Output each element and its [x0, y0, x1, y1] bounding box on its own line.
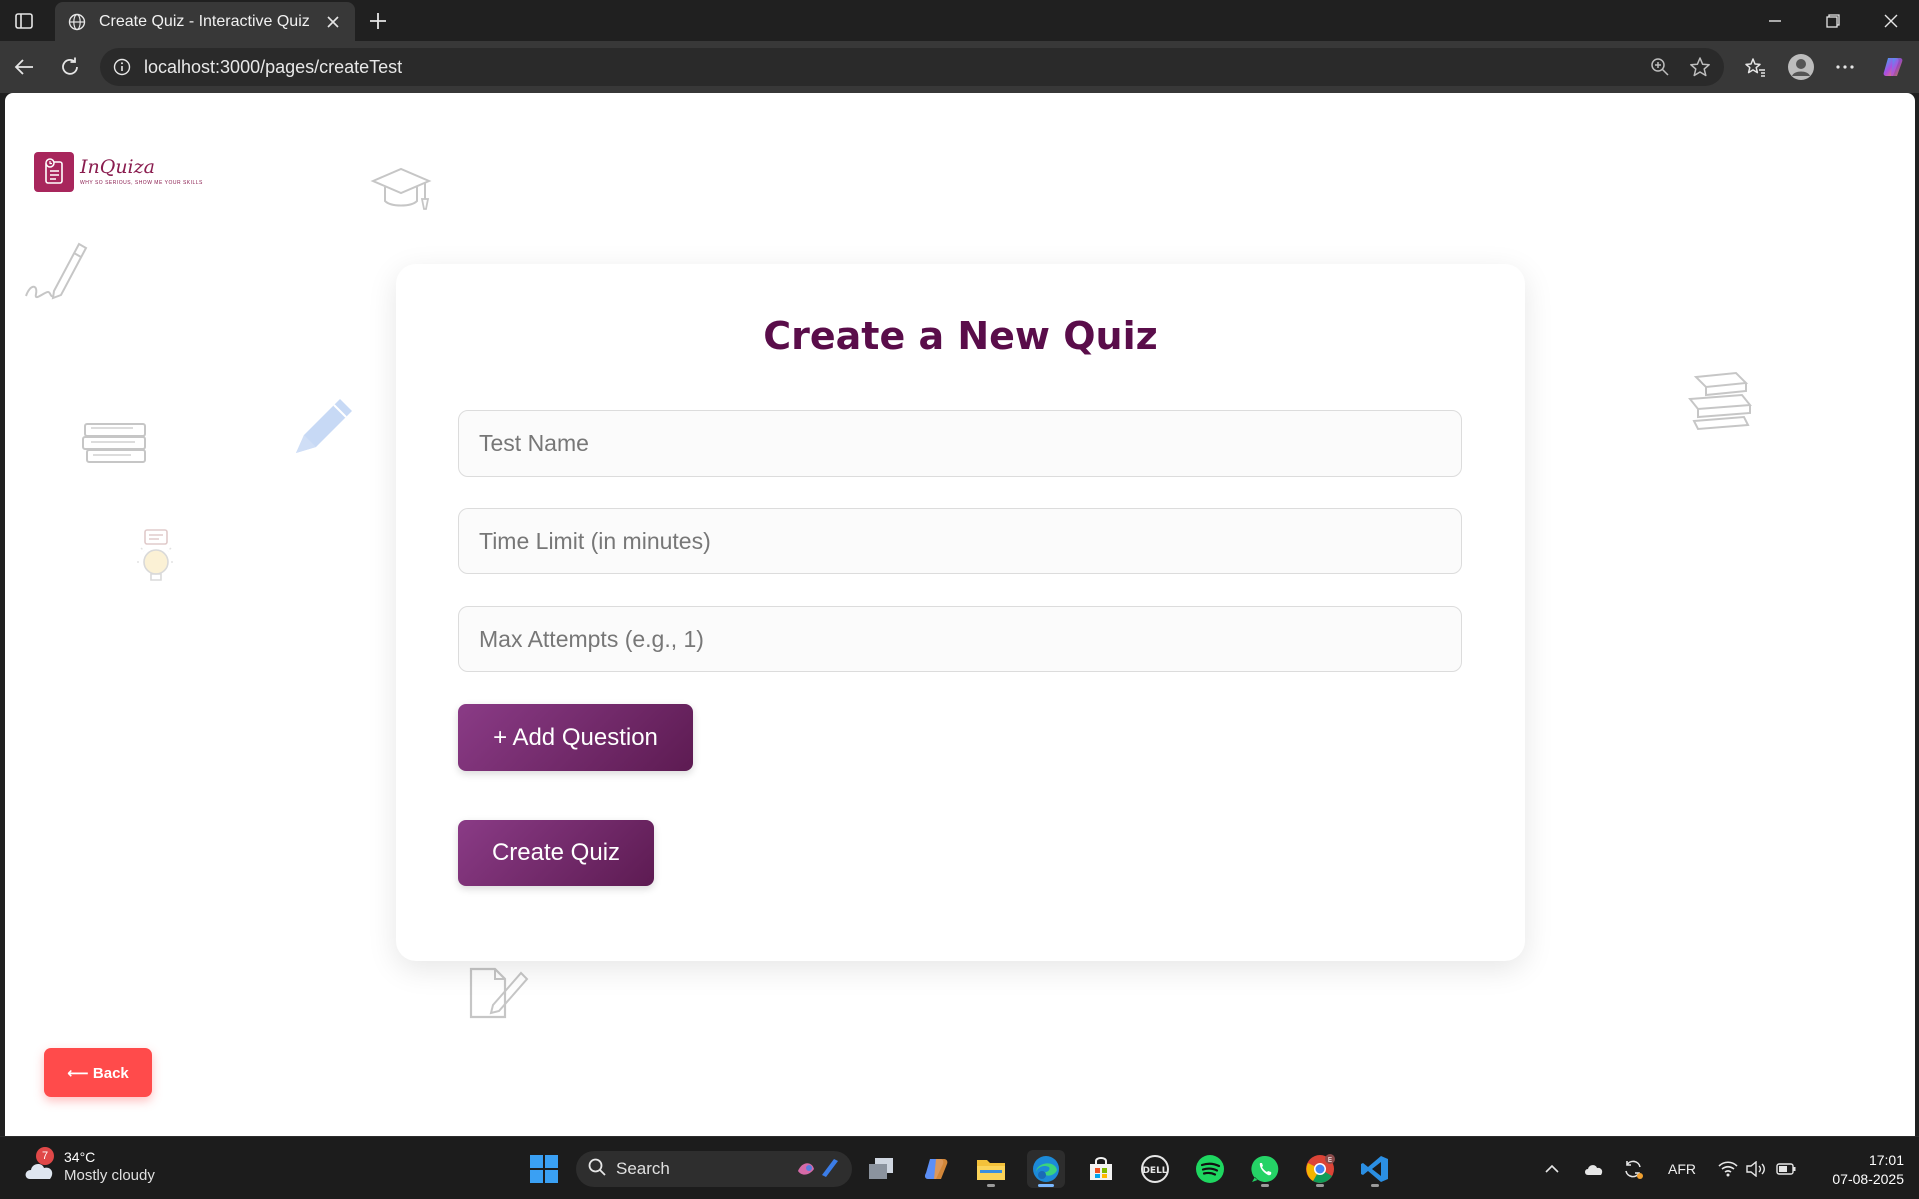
chevron-up-icon[interactable] [1542, 1157, 1562, 1181]
minimize-icon[interactable] [1762, 8, 1788, 34]
more-options-icon[interactable] [1832, 54, 1858, 80]
profile-avatar-icon[interactable] [1786, 52, 1816, 82]
refresh-icon[interactable] [57, 54, 83, 80]
dell-app-icon[interactable]: DELL [1136, 1150, 1174, 1188]
logo-wordmark: InQuiza WHY SO SERIOUS, SHOW ME YOUR SKI… [80, 156, 203, 187]
app-running-indicator [987, 1184, 995, 1187]
globe-icon [67, 12, 87, 32]
copilot-app-icon[interactable] [917, 1150, 955, 1188]
windows-start-icon[interactable] [525, 1150, 563, 1188]
microsoft-store-icon[interactable] [1082, 1150, 1120, 1188]
new-tab-icon[interactable] [365, 8, 391, 34]
close-window-icon[interactable] [1878, 8, 1904, 34]
app-running-indicator [1371, 1184, 1379, 1187]
cloudy-weather-icon: 7 [22, 1146, 56, 1181]
graduation-cap-icon [370, 167, 432, 210]
pencil-icon [296, 399, 352, 453]
inquiza-logo[interactable]: InQuiza WHY SO SERIOUS, SHOW ME YOUR SKI… [34, 152, 203, 192]
clock-time: 17:01 [1868, 1152, 1904, 1168]
add-question-button[interactable]: + Add Question [458, 704, 693, 771]
app-running-indicator [1316, 1184, 1324, 1187]
task-view-icon[interactable] [862, 1150, 900, 1188]
app-running-indicator [1038, 1184, 1054, 1187]
url-text: localhost:3000/pages/createTest [144, 56, 403, 77]
restore-icon[interactable] [1820, 8, 1846, 34]
lightbulb-idea-icon [137, 529, 175, 581]
whatsapp-icon[interactable] [1246, 1150, 1284, 1188]
search-label: Search [616, 1159, 670, 1178]
chrome-icon[interactable]: E [1301, 1150, 1339, 1188]
page-viewport: InQuiza WHY SO SERIOUS, SHOW ME YOUR SKI… [5, 93, 1915, 1136]
svg-text:E: E [1328, 1156, 1332, 1164]
windows-taskbar: 7 34°C Mostly cloudy Search DELL E AFR 1… [0, 1136, 1919, 1199]
weather-temp: 34°C [64, 1149, 96, 1165]
address-bar[interactable]: localhost:3000/pages/createTest [100, 48, 1724, 86]
pen-signature-icon [25, 242, 88, 300]
clock-date: 07-08-2025 [1832, 1171, 1904, 1187]
search-icon [588, 1158, 606, 1181]
quiz-clipboard-icon [34, 152, 74, 192]
taskbar-search[interactable]: Search [576, 1151, 852, 1187]
spotify-icon[interactable] [1191, 1150, 1229, 1188]
app-running-indicator [1261, 1184, 1269, 1187]
volume-icon[interactable] [1744, 1157, 1768, 1181]
close-tab-icon[interactable] [323, 12, 343, 32]
tab-actions-icon[interactable] [12, 9, 36, 33]
tab-title: Create Quiz - Interactive Quiz [99, 12, 310, 30]
browser-toolbar: localhost:3000/pages/createTest [0, 41, 1919, 93]
books-stack-icon [82, 423, 146, 463]
weather-widget[interactable]: 7 34°C Mostly cloudy [22, 1146, 155, 1184]
vscode-icon[interactable] [1356, 1150, 1394, 1188]
time-limit-input[interactable] [458, 508, 1462, 574]
test-name-input[interactable] [458, 410, 1462, 477]
search-highlight-icon [796, 1155, 840, 1184]
edge-browser-icon[interactable] [1027, 1150, 1065, 1188]
document-edit-icon [469, 967, 529, 1019]
sync-icon[interactable] [1621, 1157, 1645, 1181]
logo-name: InQuiza [80, 156, 155, 178]
back-nav-icon[interactable] [11, 54, 37, 80]
create-quiz-card: Create a New Quiz + Add Question Create … [396, 264, 1525, 961]
books-pile-icon [1688, 371, 1752, 431]
onedrive-cloud-icon[interactable] [1582, 1157, 1606, 1181]
taskbar-clock[interactable]: 17:01 07-08-2025 [1816, 1151, 1904, 1189]
battery-icon[interactable] [1774, 1157, 1798, 1181]
page-title: Create a New Quiz [763, 314, 1158, 358]
language-indicator[interactable]: AFR [1664, 1157, 1700, 1181]
file-explorer-icon[interactable] [972, 1150, 1010, 1188]
favorite-star-icon[interactable] [1688, 55, 1712, 79]
logo-tagline: WHY SO SERIOUS, SHOW ME YOUR SKILLS [80, 180, 203, 186]
weather-desc: Mostly cloudy [64, 1167, 155, 1184]
wifi-icon[interactable] [1716, 1157, 1740, 1181]
favorites-icon[interactable] [1742, 54, 1768, 80]
svg-text:DELL: DELL [1142, 1166, 1167, 1176]
max-attempts-input[interactable] [458, 606, 1462, 672]
copilot-icon[interactable] [1880, 54, 1906, 80]
browser-tab-bar: Create Quiz - Interactive Quiz [0, 0, 1919, 41]
zoom-icon[interactable] [1648, 55, 1672, 79]
browser-tab-active[interactable]: Create Quiz - Interactive Quiz [55, 2, 355, 41]
back-button[interactable]: ⟵ Back [44, 1048, 152, 1097]
site-info-icon[interactable] [112, 57, 132, 77]
weather-alert-badge: 7 [36, 1146, 54, 1165]
create-quiz-button[interactable]: Create Quiz [458, 820, 654, 886]
